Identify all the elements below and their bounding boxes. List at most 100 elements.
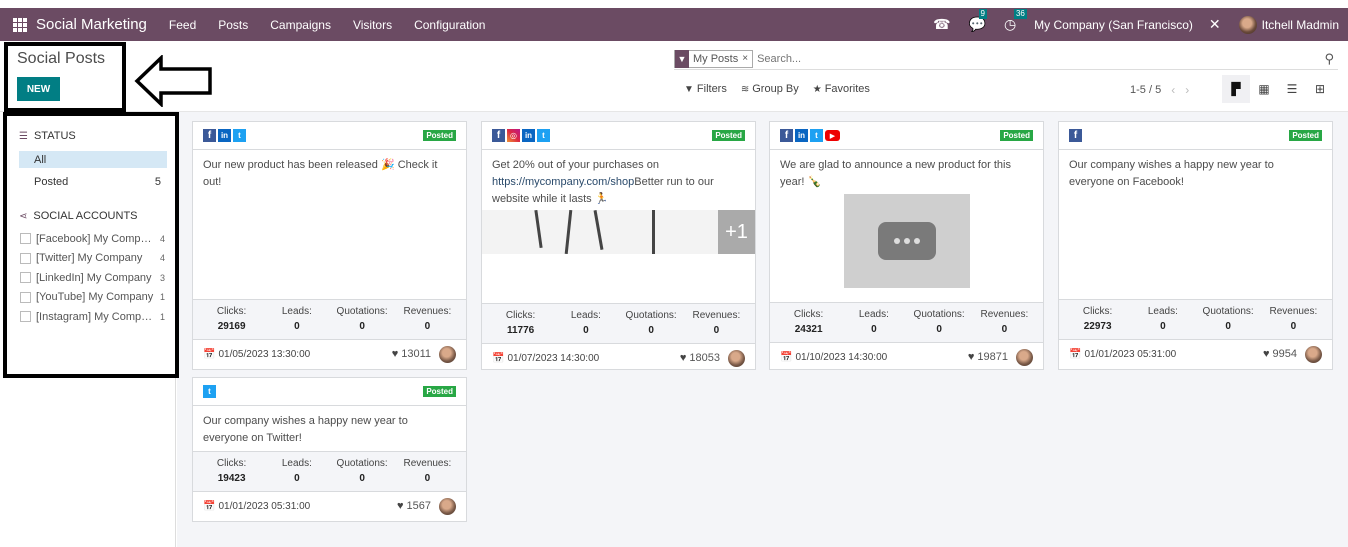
annotation-arrow-icon (134, 55, 212, 107)
search-panel: ☰ STATUS All Posted 5 ⋖ SOCIAL ACCOUNTS … (7, 115, 176, 547)
leads-label: Leads: (281, 458, 312, 469)
leads-value: 0 (1160, 321, 1166, 332)
top-navbar: Social Marketing Feed Posts Campaigns Vi… (0, 8, 1348, 41)
calendar-icon: 📅 (203, 500, 216, 512)
group-by-label: Group By (752, 83, 799, 95)
linkedin-icon: in (218, 129, 231, 142)
post-image[interactable] (482, 210, 718, 254)
pager-value[interactable]: 1-5 / 5 (1130, 84, 1161, 96)
message-link[interactable]: https://mycompany.com/shop (492, 176, 634, 188)
video-play-icon (877, 222, 936, 260)
search-input[interactable] (757, 52, 1278, 65)
post-card[interactable]: f in t Posted Our new product has been r… (192, 121, 467, 370)
clicks-label: Clicks: (793, 309, 824, 320)
filters-label: Filters (696, 83, 727, 95)
checkbox[interactable] (20, 252, 31, 264)
post-card[interactable]: f ◎ in t Posted Get 20% out of your purc… (481, 121, 756, 370)
likes-count: 9954 (1272, 348, 1297, 360)
kanban-view-icon[interactable]: ▛ (1222, 75, 1250, 103)
quotations-value: 0 (648, 325, 654, 336)
status-item-all[interactable]: All (19, 151, 167, 168)
menu-configuration[interactable]: Configuration (414, 18, 485, 32)
post-card[interactable]: f in t ▶ Posted We are glad to announce … (769, 121, 1044, 370)
post-message: Get 20% out of your purchases on https:/… (482, 150, 755, 206)
search-icon[interactable]: ⚲ (1324, 51, 1334, 67)
accounts-title: SOCIAL ACCOUNTS (33, 210, 138, 222)
filters-button[interactable]: ▼ Filters (684, 83, 727, 95)
more-images-counter[interactable]: +1 (718, 210, 755, 254)
chat-icon[interactable]: 💬 9 (969, 9, 987, 33)
post-card[interactable]: f Posted Our company wishes a happy new … (1058, 121, 1333, 370)
checkbox[interactable] (20, 291, 31, 303)
revenues-label: Revenues: (403, 458, 452, 469)
leads-label: Leads: (570, 310, 601, 321)
status-label: All (34, 153, 47, 166)
group-by-button[interactable]: ≋ Group By (741, 83, 799, 95)
quotations-label: Quotations: (336, 306, 388, 317)
heart-icon: ♥ (396, 500, 404, 512)
pivot-view-icon[interactable]: ⊞ (1306, 75, 1334, 103)
favorites-button[interactable]: ★ Favorites (813, 83, 870, 95)
facet-label: My Posts (693, 52, 739, 65)
heart-icon: ♥ (391, 348, 399, 360)
account-filter-youtube[interactable]: [YouTube] My Company 1 (20, 288, 175, 308)
facebook-icon: f (780, 129, 793, 142)
pager-previous-icon[interactable]: ‹ (1171, 83, 1175, 97)
app-brand[interactable]: Social Marketing (36, 16, 147, 33)
account-filter-instagram[interactable]: [Instagram] My Company 1 (20, 307, 175, 327)
quotations-label: Quotations: (625, 310, 677, 321)
checkbox[interactable] (20, 311, 31, 323)
facet-remove-icon[interactable]: × (742, 53, 752, 64)
tools-icon[interactable]: ✕ (1209, 16, 1221, 33)
heart-icon: ♥ (1262, 348, 1270, 360)
status-item-posted[interactable]: Posted 5 (19, 173, 167, 190)
user-avatar[interactable] (1238, 15, 1257, 34)
video-thumbnail[interactable] (843, 194, 970, 288)
menu-feed[interactable]: Feed (169, 18, 196, 32)
post-date: 01/07/2023 14:30:00 (507, 352, 600, 364)
author-avatar (728, 349, 745, 367)
post-stats: Clicks: 24321 Leads: 0 Quotations: 0 Revenu… (770, 302, 1043, 342)
phone-icon[interactable]: ☎ (933, 16, 950, 33)
revenues-label: Revenues: (692, 310, 741, 321)
apps-menu-icon[interactable] (13, 17, 27, 32)
menu-posts[interactable]: Posts (218, 18, 248, 32)
revenues-value: 0 (424, 321, 431, 332)
clock-icon[interactable]: ◷ 36 (1004, 9, 1027, 33)
revenues-value: 0 (713, 325, 720, 336)
star-icon: ★ (812, 83, 822, 95)
checkbox[interactable] (20, 272, 31, 284)
favorites-label: Favorites (824, 83, 870, 95)
accounts-section-header: ⋖ SOCIAL ACCOUNTS (19, 210, 175, 222)
checkbox[interactable] (20, 233, 31, 245)
youtube-icon: ▶ (825, 130, 840, 141)
revenues-value: 0 (1001, 324, 1008, 335)
post-stats: Clicks: 11776 Leads: 0 Quotations: 0 Revenu… (482, 303, 755, 343)
post-date: 01/10/2023 14:30:00 (795, 351, 888, 363)
post-message: Our new product has been released 🎉 Chec… (203, 159, 438, 188)
clicks-value: 22973 (1083, 321, 1112, 332)
account-filter-linkedin[interactable]: [LinkedIn] My Company 3 (20, 268, 175, 288)
quotations-value: 0 (359, 321, 365, 332)
calendar-view-icon[interactable]: ▦ (1250, 75, 1278, 103)
user-menu[interactable]: Itchell Madmin (1262, 18, 1339, 32)
pager: 1-5 / 5 ‹ › (1130, 83, 1189, 97)
post-card[interactable]: t Posted Our company wishes a happy new … (192, 377, 467, 522)
account-filter-twitter[interactable]: [Twitter] My Company 4 (20, 249, 175, 269)
menu-campaigns[interactable]: Campaigns (270, 18, 331, 32)
status-badge: Posted (1000, 130, 1033, 141)
account-label: [Instagram] My Company (36, 310, 154, 323)
revenues-label: Revenues: (403, 306, 452, 317)
post-message: Our company wishes a happy new year to e… (1069, 159, 1274, 188)
list-view-icon[interactable]: ☰ (1278, 75, 1306, 103)
post-stats: Clicks: 29169 Leads: 0 Quotations: 0 Revenu… (193, 299, 466, 339)
message-text: Get 20% out of your purchases on (492, 159, 659, 171)
company-switcher[interactable]: My Company (San Francisco) (1034, 18, 1193, 32)
menu-visitors[interactable]: Visitors (353, 18, 392, 32)
account-count: 4 (159, 253, 165, 264)
status-badge: Posted (423, 386, 456, 397)
pager-next-icon[interactable]: › (1185, 83, 1189, 97)
new-button[interactable]: NEW (17, 77, 60, 101)
account-filter-facebook[interactable]: [Facebook] My Company 4 (20, 229, 175, 249)
clicks-label: Clicks: (216, 306, 247, 317)
